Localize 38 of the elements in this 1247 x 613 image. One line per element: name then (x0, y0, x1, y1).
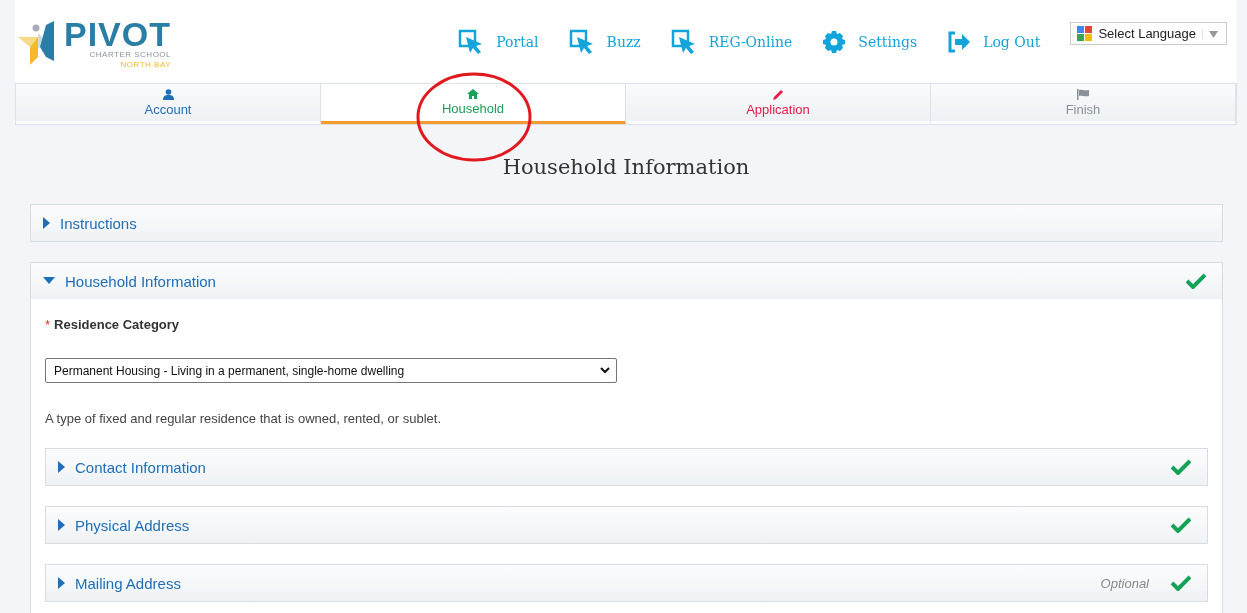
help-text: A type of fixed and regular residence that is owned, rented, or sublet. (45, 411, 443, 426)
logout-icon (947, 30, 972, 53)
step-tab[interactable]: Household (321, 84, 626, 124)
flag-icon (1076, 88, 1090, 100)
cursor-icon (670, 28, 697, 55)
nav-link[interactable]: Buzz (568, 28, 641, 55)
section-header[interactable]: Instructions (31, 205, 1222, 241)
cursor-icon (568, 28, 595, 55)
nav-link[interactable]: Settings (822, 29, 918, 54)
pencil-icon (772, 88, 784, 100)
step-tab[interactable]: Application (626, 84, 931, 124)
subsection-header[interactable]: Physical Address (46, 507, 1207, 543)
step-tab[interactable]: Finish (931, 84, 1236, 124)
required-mark: * (45, 317, 51, 332)
optional-note: Optional (1100, 575, 1149, 591)
chevron-down-icon (600, 367, 610, 374)
caret-right-icon (58, 519, 65, 531)
residence-select[interactable]: Permanent Housing - Living in a permanent, single-home dwelling (45, 358, 617, 383)
dropdown-arrow-icon (1202, 28, 1220, 39)
logo-subtitle: NORTH BAY (120, 59, 172, 70)
logo-subtitle: CHARTER SCHOOL (89, 49, 172, 60)
subsection-header[interactable]: Mailing Address Optional (46, 565, 1207, 601)
nav-link[interactable]: Portal (458, 28, 539, 55)
caret-right-icon (58, 577, 65, 589)
subsection-header[interactable]: Contact Information (46, 449, 1207, 485)
nav-link[interactable]: Log Out (947, 30, 1041, 53)
nav-link[interactable]: REG-Online (670, 28, 793, 55)
logo-name: PIVOT (64, 17, 172, 50)
language-select[interactable]: Select Language (1070, 22, 1227, 45)
page-title: Household Information (501, 155, 751, 179)
google-icon (1077, 26, 1093, 41)
section-header[interactable]: Household Information (31, 263, 1222, 299)
user-icon (162, 88, 174, 100)
step-tab[interactable]: Account (16, 84, 321, 124)
home-icon (467, 89, 479, 99)
field-label-text: Residence Category (54, 317, 180, 332)
caret-right-icon (58, 461, 65, 473)
settings-icon (822, 29, 847, 54)
